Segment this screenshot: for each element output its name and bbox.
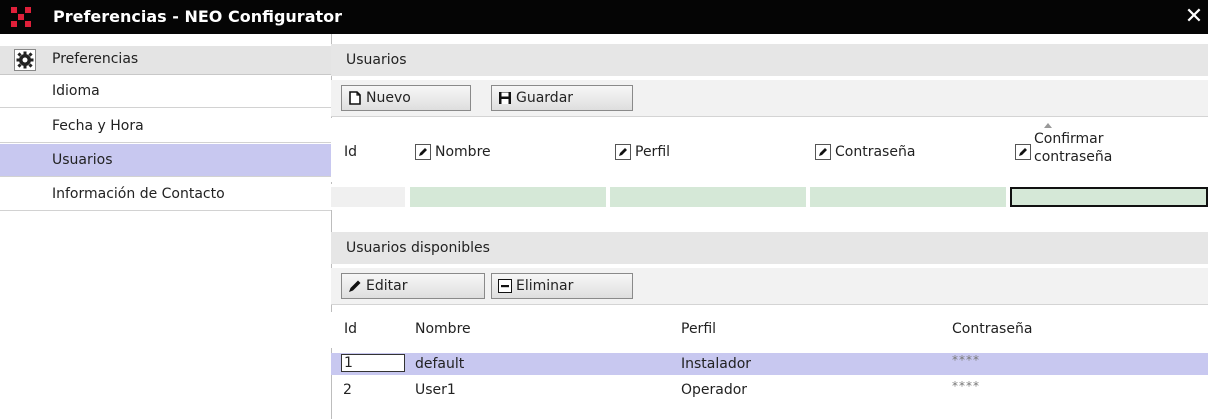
delete-button[interactable]: Eliminar [491, 273, 633, 299]
col-confirm-line2: contraseña [1034, 149, 1113, 165]
new-button-label: Nuevo [366, 90, 411, 106]
name-input[interactable] [410, 187, 606, 207]
sidebar-item-label: Idioma [52, 83, 100, 99]
table-col-profile: Perfil [681, 321, 717, 337]
close-button[interactable]: ✕ [1183, 5, 1205, 29]
edit-pencil-icon [349, 280, 361, 292]
row-id: 2 [343, 382, 352, 398]
col-profile-header: Perfil [615, 144, 670, 160]
sidebar-item-label: Información de Contacto [52, 186, 225, 202]
sidebar-header: Preferencias [0, 46, 331, 75]
row-password: **** [952, 353, 980, 367]
row-name: User1 [415, 382, 456, 398]
table-row[interactable]: 2 User1 Operador **** [331, 379, 1208, 401]
edit-button[interactable]: Editar [341, 273, 485, 299]
edit-button-label: Editar [366, 278, 408, 294]
edit-pencil-icon [815, 144, 831, 160]
new-button[interactable]: Nuevo [341, 85, 471, 111]
sidebar-item-fecha-hora[interactable]: Fecha y Hora [0, 110, 331, 143]
users-section-title: Usuarios [346, 52, 407, 68]
table-col-id: Id [344, 321, 358, 337]
password-input[interactable] [810, 187, 1006, 207]
table-row[interactable]: 1 default Instalador **** [331, 353, 1208, 375]
profile-input[interactable] [610, 187, 806, 207]
col-password-label: Contraseña [835, 144, 916, 160]
row-password: **** [952, 379, 980, 393]
gear-icon [14, 49, 36, 71]
sidebar-item-idioma[interactable]: Idioma [0, 75, 331, 108]
title-bar: Preferencias - NEO Configurator ✕ [0, 0, 1208, 34]
available-section-title: Usuarios disponibles [346, 240, 490, 256]
users-section-header: Usuarios [331, 44, 1208, 76]
close-icon: ✕ [1184, 4, 1204, 29]
sidebar-item-usuarios[interactable]: Usuarios [0, 144, 331, 177]
save-button[interactable]: Guardar [491, 85, 633, 111]
col-name-label: Nombre [435, 144, 491, 160]
col-confirm-line1: Confirmar [1034, 131, 1104, 147]
row-profile: Operador [681, 382, 748, 398]
col-name-header: Nombre [415, 144, 491, 160]
edit-pencil-icon [1015, 144, 1031, 160]
user-edit-row [331, 184, 1208, 210]
delete-button-label: Eliminar [516, 278, 574, 294]
save-icon [499, 92, 511, 104]
edit-pencil-icon [615, 144, 631, 160]
sidebar: Preferencias Idioma Fecha y Hora Usuario… [0, 34, 332, 419]
row-profile: Instalador [681, 356, 752, 372]
window-title: Preferencias - NEO Configurator [53, 7, 343, 26]
available-toolbar: Editar Eliminar [331, 268, 1208, 305]
users-toolbar: Nuevo Guardar [331, 80, 1208, 117]
col-id-header: Id [344, 144, 358, 160]
col-confirm-header: Confirmar contraseña [1034, 130, 1112, 166]
row-name: default [415, 356, 465, 372]
confirm-password-input[interactable] [1010, 187, 1208, 207]
table-col-name: Nombre [415, 321, 471, 337]
sidebar-item-label: Fecha y Hora [52, 118, 144, 134]
minus-icon [498, 279, 512, 293]
new-document-icon [349, 91, 361, 105]
table-col-password: Contraseña [952, 321, 1033, 337]
sidebar-header-label: Preferencias [52, 51, 139, 67]
sidebar-item-label: Usuarios [52, 152, 113, 168]
sort-arrow-icon [1044, 123, 1052, 128]
user-form-header: Id Nombre Perfil Contraseña Confirmar co… [331, 118, 1208, 182]
id-cell [331, 187, 405, 207]
row-id: 1 [341, 354, 405, 372]
save-button-label: Guardar [516, 90, 574, 106]
sidebar-item-contacto[interactable]: Información de Contacto [0, 178, 331, 211]
users-table-header: Id Nombre Perfil Contraseña [331, 312, 1208, 348]
app-logo-icon [11, 7, 31, 27]
col-password-header: Contraseña [815, 144, 915, 160]
col-profile-label: Perfil [635, 144, 671, 160]
edit-pencil-icon [415, 144, 431, 160]
available-section-header: Usuarios disponibles [331, 232, 1208, 264]
